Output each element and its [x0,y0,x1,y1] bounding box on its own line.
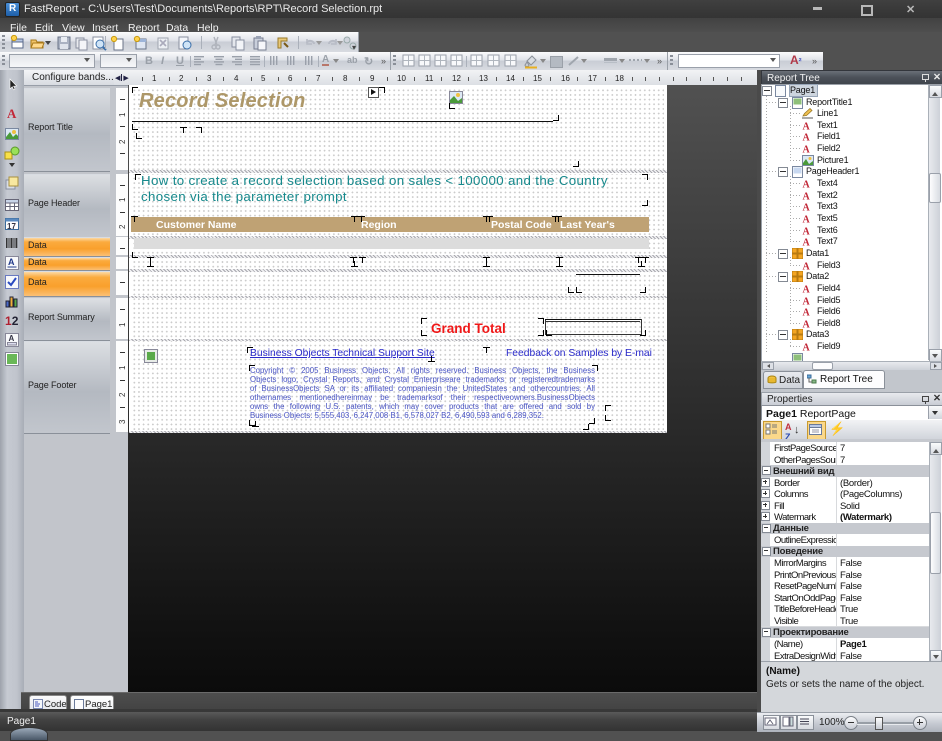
svg-text:A: A [803,215,811,224]
svg-text:A: A [803,180,811,189]
svg-text:A: A [803,145,811,154]
svg-text:A: A [803,296,811,305]
svg-text:A: A [803,226,811,235]
svg-text:A: A [8,257,15,267]
svg-text:A: A [803,343,811,352]
svg-text:A: A [803,319,811,328]
svg-text:A: A [803,261,811,270]
svg-text:A: A [803,284,811,293]
svg-text:A: A [803,203,811,212]
svg-text:A: A [9,334,15,343]
svg-text:A: A [803,133,811,142]
svg-text:A: A [803,308,811,317]
svg-text:17: 17 [7,222,16,231]
svg-text:12: 12 [5,314,19,328]
svg-text:A: A [7,106,17,121]
svg-text:A: A [803,121,811,130]
svg-text:A: A [803,238,811,247]
svg-text:A: A [803,191,811,200]
